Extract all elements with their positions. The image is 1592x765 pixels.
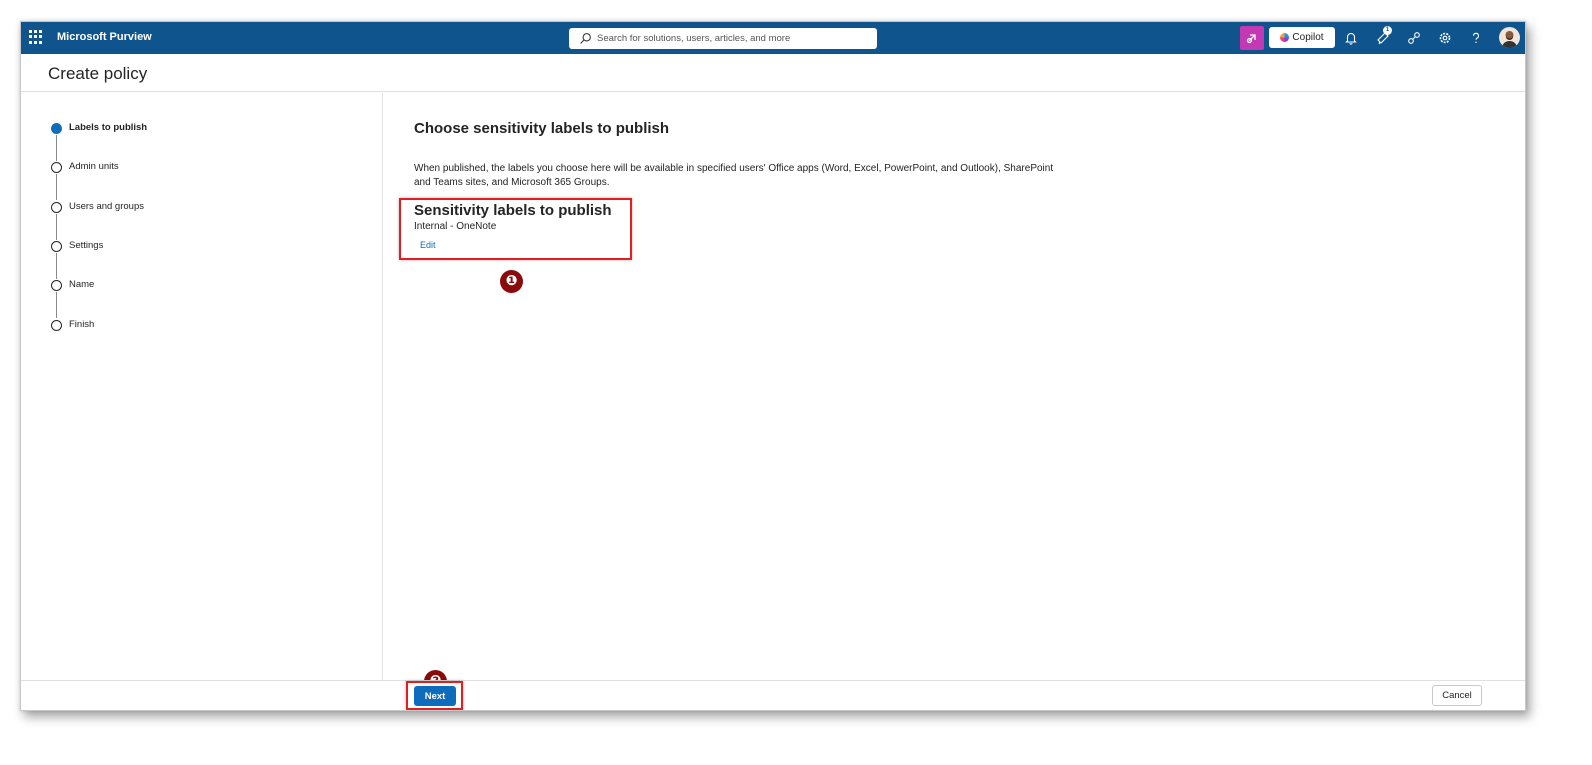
step-circle-icon [51, 320, 62, 331]
next-button[interactable]: Next [414, 686, 456, 706]
step-current-icon [51, 123, 62, 134]
link-icon [1408, 32, 1420, 44]
purview-window: Microsoft Purview Copilot [20, 21, 1526, 711]
notifications-button[interactable] [1342, 29, 1360, 47]
whats-new-button[interactable]: 1 [1374, 26, 1392, 47]
app-title[interactable]: Microsoft Purview [57, 31, 152, 43]
step-circle-icon [51, 202, 62, 213]
page-header: Create policy [21, 54, 1525, 92]
copilot-button[interactable]: Copilot [1269, 27, 1335, 48]
step-connector [56, 214, 57, 240]
main-description: When published, the labels you choose he… [414, 163, 1054, 188]
cancel-button[interactable]: Cancel [1432, 685, 1482, 706]
copilot-label: Copilot [1292, 32, 1324, 43]
bell-icon [1345, 32, 1357, 45]
copilot-tile-button[interactable] [1240, 26, 1264, 50]
step-label: Settings [69, 240, 104, 251]
step-connector [56, 174, 57, 200]
step-circle-icon [51, 162, 62, 173]
step-label: Admin units [69, 161, 119, 172]
app-launcher-icon[interactable] [29, 30, 43, 44]
user-avatar[interactable] [1499, 27, 1520, 48]
step-circle-icon [51, 280, 62, 291]
person-icon [1502, 31, 1517, 48]
search-icon [580, 33, 591, 44]
search-input[interactable] [597, 28, 867, 49]
callout-one: ❶ [500, 270, 523, 293]
step-circle-icon [51, 241, 62, 252]
notification-badge: 1 [1383, 26, 1392, 35]
step-label: Name [69, 279, 95, 290]
main-content: Choose sensitivity labels to publish Whe… [384, 93, 1525, 693]
edit-labels-link[interactable]: Edit [420, 240, 436, 250]
wizard-footer: Next Cancel [21, 680, 1525, 710]
step-label: Labels to publish [69, 122, 148, 133]
step-label: Users and groups [69, 201, 144, 212]
gear-icon [1439, 32, 1451, 44]
top-bar: Microsoft Purview Copilot [21, 22, 1525, 54]
selected-label: Internal - OneNote [414, 221, 497, 232]
main-heading: Choose sensitivity labels to publish [414, 120, 670, 137]
settings-button[interactable] [1436, 29, 1454, 47]
section-heading: Sensitivity labels to publish [414, 202, 612, 219]
connections-button[interactable] [1405, 29, 1423, 47]
help-icon [1472, 32, 1479, 43]
help-button[interactable] [1467, 29, 1485, 47]
wizard-steps: Labels to publish Admin units Users and … [21, 93, 383, 680]
step-connector [56, 135, 57, 161]
step-label: Finish [69, 319, 95, 330]
step-connector [56, 253, 57, 279]
copilot-logo-icon [1280, 33, 1290, 42]
search-box[interactable] [569, 28, 877, 49]
sparkle-icon [1246, 34, 1256, 44]
step-connector [56, 292, 57, 318]
page-title: Create policy [48, 64, 148, 83]
